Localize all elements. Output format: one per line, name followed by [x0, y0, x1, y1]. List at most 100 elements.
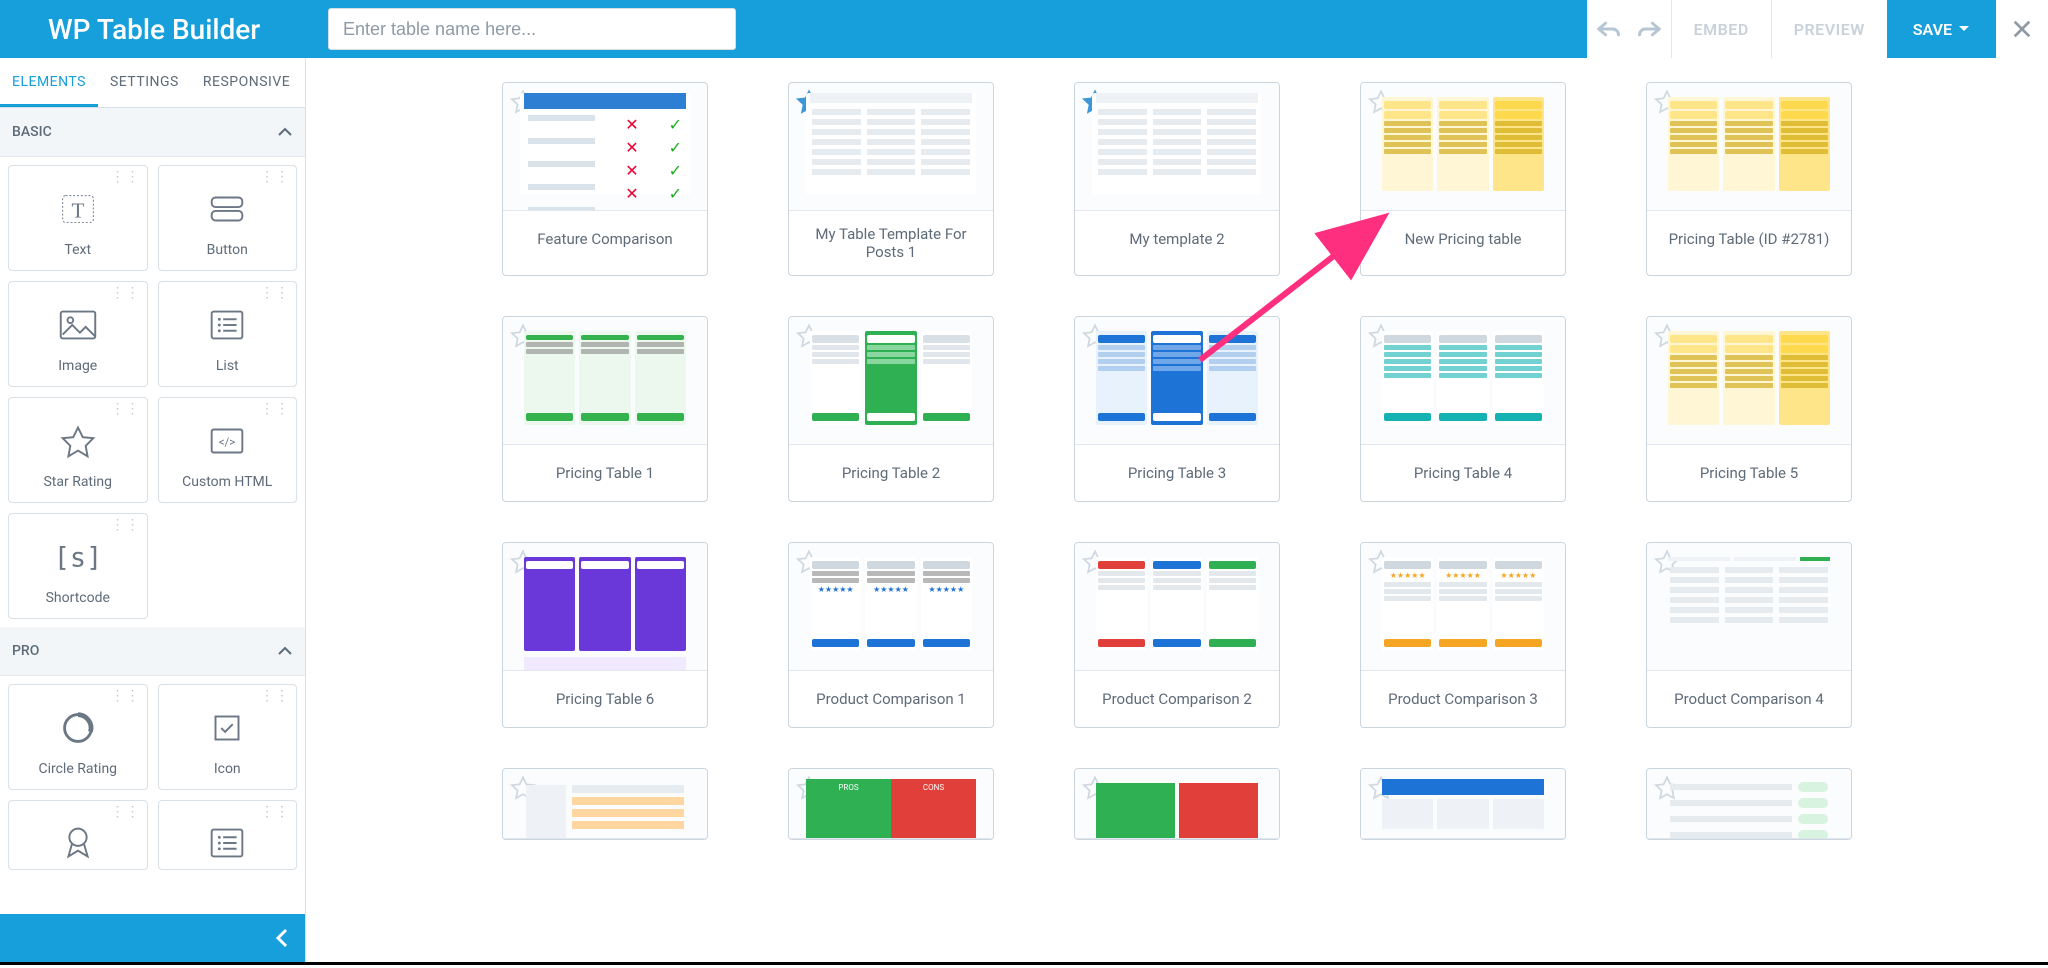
undo-button[interactable]	[1587, 0, 1629, 58]
template-label: Pricing Table (ID #2781)	[1647, 211, 1851, 267]
template-label: Feature Comparison	[503, 211, 707, 267]
save-label: SAVE	[1913, 20, 1952, 39]
template-card[interactable]: Pricing Table 2	[788, 316, 994, 502]
template-thumbnail	[1075, 543, 1279, 671]
sidebar: ELEMENTS SETTINGS RESPONSIVE BASIC ⋮⋮ T …	[0, 58, 306, 962]
template-card[interactable]: Pricing Table 6	[502, 542, 708, 728]
template-label: Pricing Table 5	[1647, 445, 1851, 501]
section-basic-header[interactable]: BASIC	[0, 108, 305, 157]
template-thumbnail	[503, 769, 707, 839]
element-label: List	[216, 358, 239, 374]
template-card[interactable]: Pricing Table 4	[1360, 316, 1566, 502]
embed-button[interactable]: EMBED	[1672, 0, 1771, 58]
drag-handle-icon: ⋮⋮	[111, 288, 141, 298]
template-card[interactable]: Pricing Table 5	[1646, 316, 1852, 502]
element-label: Circle Rating	[38, 761, 117, 777]
template-card[interactable]: PROSCONS	[788, 768, 994, 840]
code-icon: </>	[202, 420, 252, 462]
template-thumbnail	[1647, 543, 1851, 671]
redo-button[interactable]	[1629, 0, 1671, 58]
chevron-up-icon	[277, 124, 293, 140]
button-icon	[202, 188, 252, 230]
shortcode-icon: [s]	[53, 536, 103, 578]
svg-text:</>: </>	[219, 435, 236, 449]
styled-list-icon	[202, 823, 252, 863]
section-pro-header[interactable]: PRO	[0, 627, 305, 676]
tab-settings[interactable]: SETTINGS	[98, 58, 191, 107]
ribbon-icon	[53, 823, 103, 863]
template-card[interactable]: ★★★★★★★★★★★★★★★Product Comparison 1	[788, 542, 994, 728]
template-thumbnail	[1361, 769, 1565, 839]
element-label: Star Rating	[43, 474, 112, 490]
svg-text:T: T	[71, 199, 84, 223]
collapse-sidebar-button[interactable]	[0, 914, 305, 962]
template-card[interactable]	[1360, 768, 1566, 840]
element-list[interactable]: ⋮⋮ List	[158, 281, 298, 387]
section-pro-label: PRO	[12, 643, 39, 659]
element-ribbon[interactable]: ⋮⋮	[8, 800, 148, 870]
template-thumbnail: ★★★★★★★★★★★★★★★	[1361, 543, 1565, 671]
template-label: Product Comparison 1	[789, 671, 993, 727]
template-thumbnail	[1075, 83, 1279, 211]
element-text[interactable]: ⋮⋮ T Text	[8, 165, 148, 271]
title-bar: WP Table Builder EMBED PREVIEW SAVE	[0, 0, 2048, 58]
template-card[interactable]: ✕✓✕✓✕✓✕✓✕✓Feature Comparison	[502, 82, 708, 276]
drag-handle-icon: ⋮⋮	[111, 520, 141, 530]
template-card[interactable]: ★★★★★★★★★★★★★★★Product Comparison 3	[1360, 542, 1566, 728]
save-button[interactable]: SAVE	[1887, 0, 1996, 58]
template-canvas: ✕✓✕✓✕✓✕✓✕✓Feature Comparison My Table Tem…	[306, 58, 2048, 962]
drag-handle-icon: ⋮⋮	[260, 404, 290, 414]
element-circle-rating[interactable]: ⋮⋮ Circle Rating	[8, 684, 148, 790]
element-styled-list[interactable]: ⋮⋮	[158, 800, 298, 870]
template-label: My Table Template For Posts 1	[789, 211, 993, 275]
template-label: New Pricing table	[1361, 211, 1565, 267]
drag-handle-icon: ⋮⋮	[111, 807, 141, 817]
caret-down-icon	[1958, 23, 1970, 35]
template-card[interactable]	[1646, 768, 1852, 840]
template-thumbnail	[1647, 83, 1851, 211]
drag-handle-icon: ⋮⋮	[111, 404, 141, 414]
close-button[interactable]	[1996, 0, 2048, 58]
template-card[interactable]: Product Comparison 4	[1646, 542, 1852, 728]
template-thumbnail	[1361, 83, 1565, 211]
element-star-rating[interactable]: ⋮⋮ Star Rating	[8, 397, 148, 503]
template-card[interactable]: My Table Template For Posts 1	[788, 82, 994, 276]
drag-handle-icon: ⋮⋮	[111, 172, 141, 182]
element-image[interactable]: ⋮⋮ Image	[8, 281, 148, 387]
template-card[interactable]: Product Comparison 2	[1074, 542, 1280, 728]
tab-responsive[interactable]: RESPONSIVE	[191, 58, 302, 107]
element-label: Shortcode	[46, 590, 110, 606]
circle-rating-icon	[53, 707, 103, 749]
element-icon[interactable]: ⋮⋮ Icon	[158, 684, 298, 790]
template-thumbnail	[503, 543, 707, 671]
template-card[interactable]	[1074, 768, 1280, 840]
chevron-left-icon	[273, 928, 293, 948]
tab-elements[interactable]: ELEMENTS	[0, 58, 98, 107]
preview-button[interactable]: PREVIEW	[1772, 0, 1887, 58]
table-name-input[interactable]	[328, 8, 736, 50]
template-card[interactable]	[502, 768, 708, 840]
element-button[interactable]: ⋮⋮ Button	[158, 165, 298, 271]
drag-handle-icon: ⋮⋮	[260, 172, 290, 182]
template-label: Pricing Table 1	[503, 445, 707, 501]
template-label: Pricing Table 6	[503, 671, 707, 727]
template-label: Product Comparison 3	[1361, 671, 1565, 727]
template-card[interactable]: Pricing Table 1	[502, 316, 708, 502]
app-title: WP Table Builder	[0, 0, 320, 58]
element-custom-html[interactable]: ⋮⋮ </> Custom HTML	[158, 397, 298, 503]
drag-handle-icon: ⋮⋮	[111, 691, 141, 701]
element-label: Icon	[214, 761, 241, 777]
template-thumbnail: ★★★★★★★★★★★★★★★	[789, 543, 993, 671]
template-card[interactable]: Pricing Table (ID #2781)	[1646, 82, 1852, 276]
template-card[interactable]: Pricing Table 3	[1074, 316, 1280, 502]
template-label: Product Comparison 4	[1647, 671, 1851, 727]
template-card[interactable]: My template 2	[1074, 82, 1280, 276]
element-shortcode[interactable]: ⋮⋮ [s] Shortcode	[8, 513, 148, 619]
element-label: Image	[58, 358, 97, 374]
svg-text:[s]: [s]	[55, 543, 101, 574]
template-label: My template 2	[1075, 211, 1279, 267]
image-icon	[53, 304, 103, 346]
template-card[interactable]: New Pricing table	[1360, 82, 1566, 276]
template-thumbnail: ✕✓✕✓✕✓✕✓✕✓	[503, 83, 707, 211]
template-label: Product Comparison 2	[1075, 671, 1279, 727]
